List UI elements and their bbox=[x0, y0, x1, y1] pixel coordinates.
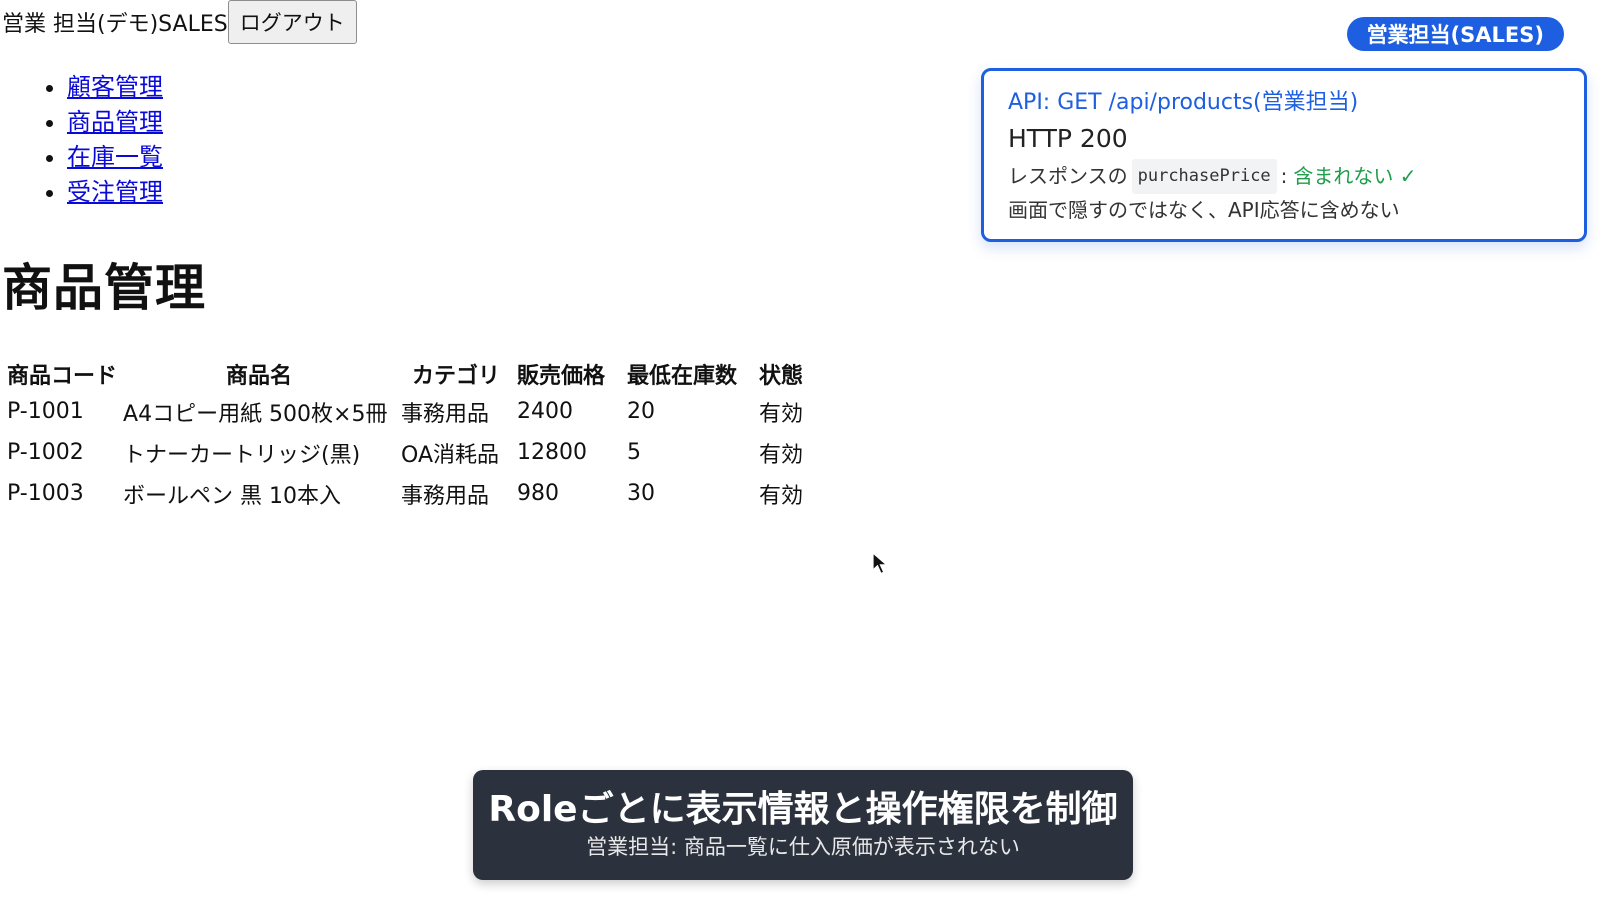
column-header-min-stock: 最低在庫数 bbox=[627, 364, 738, 389]
api-response-prefix: レスポンスの bbox=[1008, 164, 1128, 188]
api-response-result: 含まれない ✓ bbox=[1293, 164, 1417, 188]
nav-link-orders[interactable]: 受注管理 bbox=[67, 178, 163, 206]
table-row: P-1001 A4コピー用紙 500枚×5冊 事務用品 2400 20 有効 bbox=[6, 391, 812, 432]
table-row: P-1003 ボールペン 黒 10本入 事務用品 980 30 有効 bbox=[6, 473, 812, 514]
nav-item-products: 商品管理 bbox=[67, 105, 163, 140]
cell-min-stock: 30 bbox=[627, 481, 656, 506]
cell-price: 980 bbox=[517, 481, 560, 506]
api-http-status: HTTP 200 bbox=[1008, 124, 1128, 153]
column-header-price: 販売価格 bbox=[517, 364, 606, 389]
main-nav: 顧客管理 商品管理 在庫一覧 受注管理 bbox=[36, 70, 163, 210]
cell-code: P-1003 bbox=[7, 481, 84, 506]
cell-price: 12800 bbox=[517, 440, 588, 465]
cell-category: 事務用品 bbox=[401, 483, 490, 509]
mouse-pointer-icon bbox=[872, 552, 889, 575]
products-table: 商品コード 商品名 カテゴリ 販売価格 最低在庫数 状態 P-1001 A4コピ… bbox=[2, 357, 816, 514]
caption-subtitle: 営業担当: 商品一覧に仕入原価が表示されない bbox=[586, 835, 1020, 859]
cell-category: OA消耗品 bbox=[401, 442, 499, 468]
nav-item-inventory: 在庫一覧 bbox=[67, 140, 163, 175]
page-title: 商品管理 bbox=[2, 259, 206, 317]
api-note: 画面で隠すのではなく、API応答に含めない bbox=[1008, 198, 1400, 222]
role-badge: 営業担当(SALES) bbox=[1346, 17, 1564, 51]
api-info-card: API: GET /api/products(営業担当) HTTP 200 レス… bbox=[981, 68, 1587, 242]
cell-status: 有効 bbox=[759, 483, 804, 509]
api-response-check: レスポンスの purchasePrice : 含まれない ✓ bbox=[1008, 159, 1560, 194]
cell-name: ボールペン 黒 10本入 bbox=[123, 483, 341, 509]
cell-name: A4コピー用紙 500枚×5冊 bbox=[123, 401, 388, 427]
nav-item-orders: 受注管理 bbox=[67, 175, 163, 210]
cell-status: 有効 bbox=[759, 401, 804, 427]
cell-code: P-1001 bbox=[7, 399, 84, 424]
current-user-label: 営業 担当(デモ)SALES bbox=[2, 12, 228, 37]
nav-link-inventory[interactable]: 在庫一覧 bbox=[67, 143, 163, 171]
cell-min-stock: 20 bbox=[627, 399, 656, 424]
table-header-row: 商品コード 商品名 カテゴリ 販売価格 最低在庫数 状態 bbox=[6, 357, 812, 391]
cell-price: 2400 bbox=[517, 399, 574, 424]
table-row: P-1002 トナーカートリッジ(黒) OA消耗品 12800 5 有効 bbox=[6, 432, 812, 473]
cell-code: P-1002 bbox=[7, 440, 84, 465]
nav-item-customers: 顧客管理 bbox=[67, 70, 163, 105]
caption-banner: Roleごとに表示情報と操作権限を制御 営業担当: 商品一覧に仕入原価が表示され… bbox=[473, 770, 1133, 880]
cell-category: 事務用品 bbox=[401, 401, 490, 427]
header-bar: 営業 担当(デモ)SALES ログアウト bbox=[2, 0, 357, 44]
logout-button[interactable]: ログアウト bbox=[227, 0, 357, 44]
column-header-category: カテゴリ bbox=[412, 364, 501, 389]
nav-link-customers[interactable]: 顧客管理 bbox=[67, 73, 163, 101]
caption-title: Roleごとに表示情報と操作権限を制御 bbox=[488, 789, 1118, 830]
nav-link-products[interactable]: 商品管理 bbox=[67, 108, 163, 136]
cell-status: 有効 bbox=[759, 442, 804, 468]
api-field-code: purchasePrice bbox=[1131, 159, 1277, 194]
column-header-code: 商品コード bbox=[7, 364, 118, 389]
api-response-colon: : bbox=[1280, 164, 1288, 188]
column-header-name: 商品名 bbox=[226, 364, 293, 389]
cell-min-stock: 5 bbox=[627, 440, 642, 465]
column-header-status: 状態 bbox=[759, 364, 804, 389]
cell-name: トナーカートリッジ(黒) bbox=[123, 442, 361, 468]
api-endpoint-title: API: GET /api/products(営業担当) bbox=[1008, 90, 1359, 115]
